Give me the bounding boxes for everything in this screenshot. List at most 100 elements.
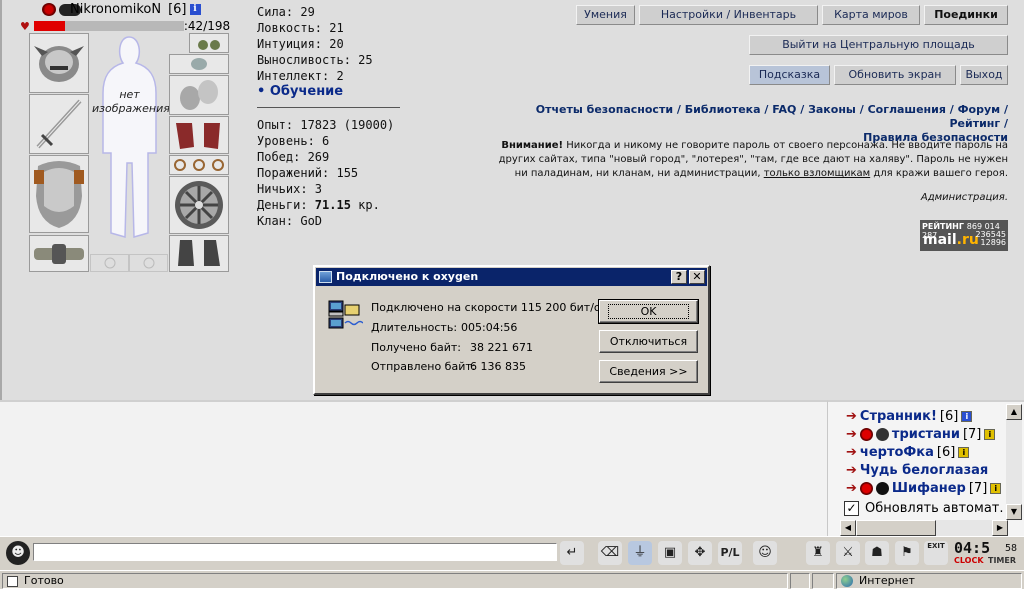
user-name[interactable]: Шифанер [892, 481, 966, 496]
user-row[interactable]: ➔ тристани [7] i [846, 425, 996, 443]
private-arrow-icon[interactable]: ➔ [846, 481, 857, 496]
gloves-slot[interactable] [169, 116, 229, 154]
user-row[interactable]: ➔ Шифанер [7] i [846, 479, 1002, 497]
user-name[interactable]: Чудь белоглазая [860, 463, 988, 478]
battle-icon[interactable]: ⚔ [836, 541, 860, 565]
earrings-slot[interactable] [189, 33, 229, 53]
user-info-icon[interactable]: i [958, 446, 970, 458]
empty-slot-right[interactable] [129, 254, 168, 272]
chat-log[interactable] [0, 400, 827, 536]
friends-icon[interactable]: ☗ [865, 541, 889, 565]
clan-emblem-icon[interactable] [859, 481, 873, 495]
shield-slot[interactable] [169, 176, 229, 234]
weapon-slot[interactable] [29, 94, 89, 154]
users-hscroll[interactable]: ◀ ▶ [840, 520, 1008, 536]
bracer-slot[interactable] [169, 75, 229, 115]
private-arrow-icon[interactable]: ➔ [846, 409, 857, 424]
link-agreements[interactable]: Соглашения [868, 103, 946, 116]
details-button[interactable]: Сведения >> [599, 360, 698, 383]
connection-dialog: Подключено к oxygen ? ✕ Подключено на ск… [313, 265, 710, 395]
ok-button[interactable]: OK [598, 299, 699, 324]
boots-slot[interactable] [169, 235, 229, 272]
scroll-up-button[interactable]: ▲ [1006, 404, 1022, 420]
world-map-button[interactable]: Карта миров [822, 5, 920, 25]
users-vscroll[interactable]: ▲ ▼ [1006, 404, 1022, 520]
hint-button[interactable]: Подсказка [749, 65, 830, 85]
exit-button[interactable]: Выход [960, 65, 1008, 85]
save-log-icon[interactable]: ▣ [658, 541, 682, 565]
alignment-icon[interactable] [875, 481, 889, 495]
clock-widget[interactable]: 04:5 58 CLOCK TIMER [952, 539, 1022, 565]
user-info-icon[interactable]: i [990, 482, 1002, 494]
user-info-icon[interactable]: i [984, 428, 996, 440]
user-name[interactable]: Странник! [860, 409, 937, 424]
exit-to-square-button[interactable]: Выйти на Центральную площадь [749, 35, 1008, 55]
mail-rating-counter[interactable]: РЕЙТИНГ 869 014 287 mail.ru 236545 12896 [920, 220, 1008, 251]
scroll-right-button[interactable]: ▶ [992, 520, 1008, 536]
user-row[interactable]: ➔ Чудь белоглазая [846, 461, 988, 479]
link-laws[interactable]: Законы [808, 103, 856, 116]
hero-info-icon[interactable]: i [189, 4, 201, 15]
user-info-icon[interactable]: i [961, 410, 973, 422]
flag-icon[interactable]: ⚑ [895, 541, 919, 565]
rings-icon [174, 159, 224, 171]
chat-input[interactable] [33, 543, 557, 561]
link-security-reports[interactable]: Отчеты безопасности [536, 103, 673, 116]
private-arrow-icon[interactable]: ➔ [846, 445, 857, 460]
clock-label: CLOCK [954, 556, 984, 565]
auto-refresh-row[interactable]: ✓ Обновлять автомат. [844, 501, 1004, 516]
private-arrow-icon[interactable]: ➔ [846, 427, 857, 442]
private-arrow-icon[interactable]: ➔ [846, 463, 857, 478]
link-forum[interactable]: Форум [958, 103, 1001, 116]
amulet-slot[interactable] [169, 54, 229, 74]
settings-inventory-button[interactable]: Настройки / Инвентарь [639, 5, 818, 25]
clan-emblem-icon[interactable] [42, 3, 56, 16]
close-button[interactable]: ✕ [689, 270, 705, 284]
chat-mode-icon[interactable]: ☻ [6, 541, 30, 565]
user-level: [7] [962, 426, 982, 442]
money-unit: кр. [350, 198, 380, 212]
dialog-titlebar[interactable]: Подключено к oxygen ? ✕ [316, 268, 707, 286]
refresh-button[interactable]: Обновить экран [834, 65, 956, 85]
move-icon[interactable]: ✥ [688, 541, 712, 565]
inventory-bag-icon[interactable]: ♜ [806, 541, 830, 565]
sent-value: 6 136 835 [470, 360, 526, 373]
link-library[interactable]: Библиотека [685, 103, 761, 116]
user-name[interactable]: чертоФка [860, 445, 934, 460]
filter-icon[interactable]: ⏚ [628, 541, 652, 565]
alignment-icon[interactable] [875, 427, 889, 441]
eraser-icon[interactable]: ⌫ [598, 541, 622, 565]
smiley-icon[interactable]: ☺ [753, 541, 777, 565]
no-image-silhouette: нет изображения [92, 33, 170, 240]
skills-button[interactable]: Умения [576, 5, 635, 25]
duration-label: Длительность: [371, 321, 458, 334]
user-level: [7] [968, 480, 988, 496]
send-icon[interactable]: ↵ [560, 541, 584, 565]
shield-icon [175, 181, 223, 229]
status-cell-2 [812, 573, 834, 589]
rings-slot[interactable] [169, 155, 229, 175]
private-icon[interactable]: P/L [718, 541, 742, 565]
empty-slot-left[interactable] [90, 254, 129, 272]
armor-slot[interactable] [29, 155, 89, 233]
user-row[interactable]: ➔ чертоФка [6] i [846, 443, 970, 461]
link-rating[interactable]: Рейтинг [949, 117, 1000, 130]
user-name[interactable]: тристани [892, 427, 960, 442]
help-button[interactable]: ? [671, 270, 687, 284]
bottom-toolbar: ☻ ↵ ⌫ ⏚ ▣ ✥ P/L ☺ ♜ ⚔ ☗ ⚑ EXIT [0, 536, 1024, 569]
clan-emblem-icon[interactable] [859, 427, 873, 441]
warning-bold: Внимание! [501, 140, 564, 151]
exit-game-icon[interactable]: EXIT [924, 541, 948, 565]
hscroll-thumb[interactable] [856, 520, 936, 536]
scroll-left-button[interactable]: ◀ [840, 520, 856, 536]
helmet-slot[interactable] [29, 33, 89, 93]
scroll-down-button[interactable]: ▼ [1006, 504, 1022, 520]
auto-refresh-checkbox[interactable]: ✓ [844, 501, 859, 516]
belt-slot[interactable] [29, 235, 89, 272]
disconnect-button[interactable]: Отключиться [599, 330, 698, 353]
training-link[interactable]: • Обучение [257, 84, 407, 100]
user-row[interactable]: ➔ Странник! [6] i [846, 407, 973, 425]
link-faq[interactable]: FAQ [772, 103, 796, 116]
duels-button[interactable]: Поединки [924, 5, 1008, 25]
empty-slot-icon [143, 257, 155, 269]
